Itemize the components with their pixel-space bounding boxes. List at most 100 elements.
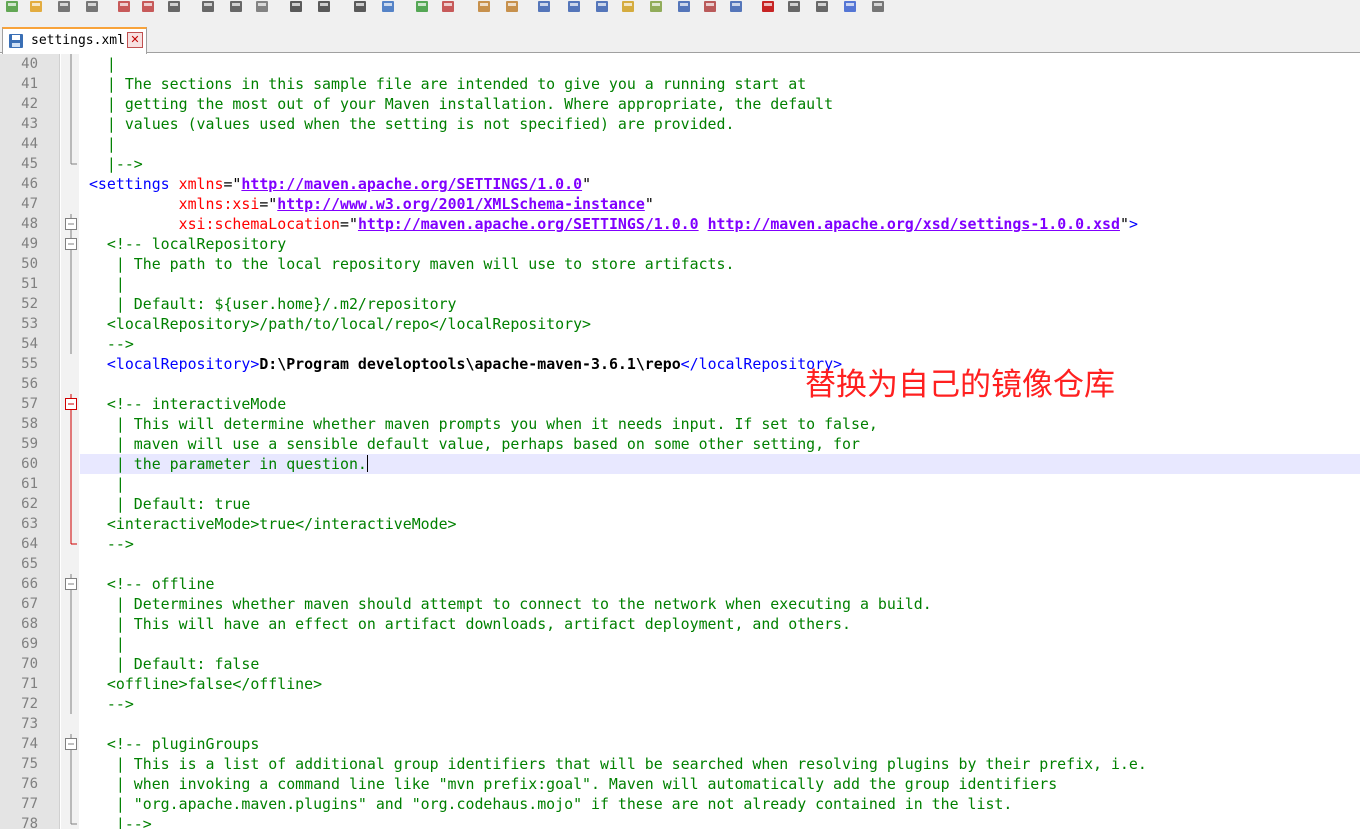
code-text[interactable]: <localRepository>D:\Program developtools… bbox=[80, 354, 1360, 374]
monitor-icon[interactable] bbox=[728, 0, 746, 15]
code-text[interactable]: <localRepository>/path/to/local/repo</lo… bbox=[80, 314, 1360, 334]
fold-line-marker bbox=[63, 454, 79, 474]
code-text[interactable]: xmlns:xsi="http://www.w3.org/2001/XMLSch… bbox=[80, 194, 1360, 214]
code-text[interactable]: <!-- localRepository bbox=[80, 234, 1360, 254]
code-text[interactable]: | Default: false bbox=[80, 654, 1360, 674]
code-text[interactable]: <offline>false</offline> bbox=[80, 674, 1360, 694]
code-text[interactable]: --> bbox=[80, 694, 1360, 714]
code-line: 55 <localRepository>D:\Program developto… bbox=[0, 354, 1360, 374]
paste-icon[interactable] bbox=[254, 0, 272, 15]
code-text[interactable]: | bbox=[80, 134, 1360, 154]
code-text[interactable]: | The sections in this sample file are i… bbox=[80, 74, 1360, 94]
sync-vertical-icon[interactable] bbox=[476, 0, 494, 15]
zoom-in-icon[interactable] bbox=[414, 0, 432, 15]
code-text[interactable]: | bbox=[80, 634, 1360, 654]
user-language-icon[interactable] bbox=[620, 0, 638, 15]
sync-horizontal-icon[interactable] bbox=[504, 0, 522, 15]
copy-icon[interactable] bbox=[228, 0, 246, 15]
line-number: 56 bbox=[21, 376, 38, 392]
show-all-chars-icon[interactable] bbox=[566, 0, 584, 15]
code-token[interactable]: http://www.w3.org/2001/XMLSchema-instanc… bbox=[277, 195, 645, 213]
code-text[interactable]: | bbox=[80, 274, 1360, 294]
fold-line-marker bbox=[63, 74, 79, 94]
close-all-icon[interactable] bbox=[140, 0, 158, 15]
code-text[interactable]: |--> bbox=[80, 814, 1360, 829]
line-number: 69 bbox=[21, 636, 38, 652]
code-text[interactable]: | This will have an effect on artifact d… bbox=[80, 614, 1360, 634]
open-file-icon[interactable] bbox=[28, 0, 46, 15]
save-icon[interactable] bbox=[56, 0, 74, 15]
print-icon[interactable] bbox=[166, 0, 184, 15]
code-line: 61 | bbox=[0, 474, 1360, 494]
cut-icon[interactable] bbox=[200, 0, 218, 15]
fold-line-marker bbox=[63, 434, 79, 454]
line-number: 73 bbox=[21, 716, 38, 732]
doc-map-icon[interactable] bbox=[648, 0, 666, 15]
code-text[interactable]: | values (values used when the setting i… bbox=[80, 114, 1360, 134]
code-text[interactable]: | the parameter in question. bbox=[80, 454, 1360, 474]
stop-macro-icon[interactable] bbox=[786, 0, 804, 15]
indent-guide-icon[interactable] bbox=[594, 0, 612, 15]
code-text[interactable]: --> bbox=[80, 534, 1360, 554]
code-text[interactable]: | bbox=[80, 474, 1360, 494]
find-icon[interactable] bbox=[352, 0, 370, 15]
fold-toggle-icon[interactable] bbox=[63, 234, 79, 254]
code-text[interactable]: | maven will use a sensible default valu… bbox=[80, 434, 1360, 454]
code-token: | when invoking a command line like "mvn… bbox=[80, 775, 1058, 793]
code-text[interactable]: | Determines whether maven should attemp… bbox=[80, 594, 1360, 614]
play-macro-icon[interactable] bbox=[814, 0, 832, 15]
code-text[interactable] bbox=[80, 714, 1360, 734]
code-text[interactable] bbox=[80, 554, 1360, 574]
code-text[interactable]: | "org.apache.maven.plugins" and "org.co… bbox=[80, 794, 1360, 814]
code-text[interactable]: <!-- pluginGroups bbox=[80, 734, 1360, 754]
code-line: 40 | bbox=[0, 54, 1360, 74]
code-text[interactable] bbox=[80, 374, 1360, 394]
code-text[interactable]: xsi:schemaLocation="http://maven.apache.… bbox=[80, 214, 1360, 234]
code-text[interactable]: | getting the most out of your Maven ins… bbox=[80, 94, 1360, 114]
code-text[interactable]: <!-- interactiveMode bbox=[80, 394, 1360, 414]
word-wrap-icon[interactable] bbox=[536, 0, 554, 15]
code-token: |--> bbox=[80, 815, 152, 829]
code-text[interactable]: <interactiveMode>true</interactiveMode> bbox=[80, 514, 1360, 534]
code-text[interactable]: |--> bbox=[80, 154, 1360, 174]
code-token[interactable]: http://maven.apache.org/SETTINGS/1.0.0 bbox=[358, 215, 699, 233]
folder-workspace-icon[interactable] bbox=[702, 0, 720, 15]
close-tab-icon[interactable]: ✕ bbox=[127, 32, 143, 48]
code-text[interactable]: | Default: true bbox=[80, 494, 1360, 514]
fold-toggle-icon[interactable] bbox=[63, 394, 79, 414]
code-text[interactable]: --> bbox=[80, 334, 1360, 354]
line-number: 51 bbox=[21, 276, 38, 292]
undo-icon[interactable] bbox=[288, 0, 306, 15]
code-text[interactable]: | The path to the local repository maven… bbox=[80, 254, 1360, 274]
code-token[interactable]: http://maven.apache.org/xsd/settings-1.0… bbox=[708, 215, 1120, 233]
line-number: 76 bbox=[21, 776, 38, 792]
line-number: 42 bbox=[21, 96, 38, 112]
code-text[interactable]: | when invoking a command line like "mvn… bbox=[80, 774, 1360, 794]
close-icon[interactable] bbox=[116, 0, 134, 15]
run-macro-multiple-icon[interactable] bbox=[842, 0, 860, 15]
replace-icon[interactable] bbox=[380, 0, 398, 15]
code-editor[interactable]: 40 | 41 | The sections in this sample fil… bbox=[0, 54, 1360, 829]
code-text[interactable]: <!-- offline bbox=[80, 574, 1360, 594]
zoom-out-icon[interactable] bbox=[440, 0, 458, 15]
line-number: 54 bbox=[21, 336, 38, 352]
code-text[interactable]: <settings xmlns="http://maven.apache.org… bbox=[80, 174, 1360, 194]
tab-settings-xml[interactable]: settings.xml ✕ bbox=[2, 27, 147, 54]
fold-toggle-icon[interactable] bbox=[63, 734, 79, 754]
code-text[interactable]: | This is a list of additional group ide… bbox=[80, 754, 1360, 774]
code-text[interactable]: | This will determine whether maven prom… bbox=[80, 414, 1360, 434]
fold-toggle-icon[interactable] bbox=[63, 214, 79, 234]
new-file-icon[interactable] bbox=[4, 0, 22, 15]
code-text[interactable]: | Default: ${user.home}/.m2/repository bbox=[80, 294, 1360, 314]
fold-toggle-icon[interactable] bbox=[63, 574, 79, 594]
redo-icon[interactable] bbox=[316, 0, 334, 15]
code-token[interactable]: http://maven.apache.org/SETTINGS/1.0.0 bbox=[241, 175, 582, 193]
fold-line-marker bbox=[63, 774, 79, 794]
save-all-icon[interactable] bbox=[84, 0, 102, 15]
record-macro-icon[interactable] bbox=[760, 0, 778, 15]
fold-line-marker bbox=[63, 274, 79, 294]
fold-line-marker bbox=[63, 674, 79, 694]
function-list-icon[interactable] bbox=[676, 0, 694, 15]
save-macro-icon[interactable] bbox=[870, 0, 888, 15]
code-text[interactable]: | bbox=[80, 54, 1360, 74]
